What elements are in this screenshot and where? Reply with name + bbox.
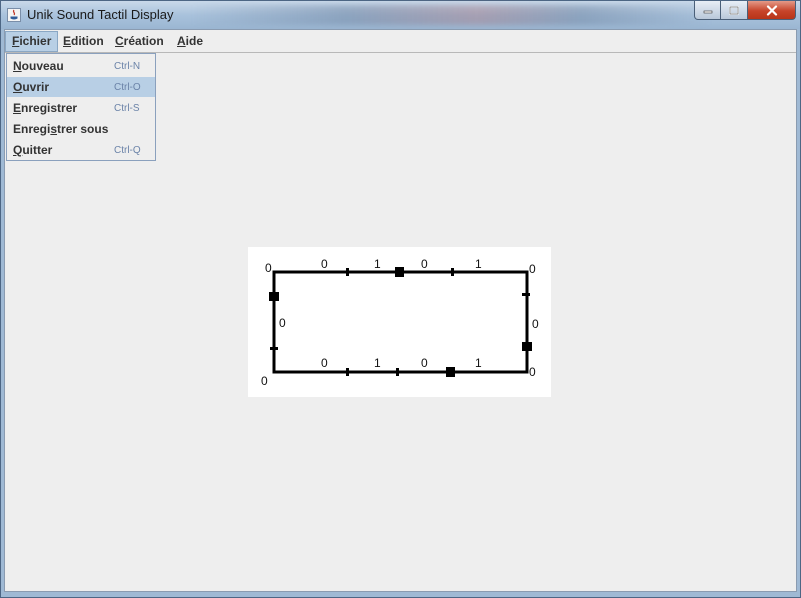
corner-label-bottom-right: 0: [529, 365, 536, 379]
right-tick: [522, 293, 530, 296]
menu-item-label: Nouveau: [13, 59, 64, 73]
menu-item-label: Enregistrer sous: [13, 122, 109, 136]
java-app-icon: [7, 8, 21, 22]
menu-aide[interactable]: Aide: [171, 31, 209, 52]
minimize-icon: [703, 10, 712, 14]
bottom-bit-label: 1: [374, 356, 381, 370]
bottom-bit-label: 0: [321, 356, 328, 370]
menu-fichier-label: ichier: [19, 34, 52, 48]
close-button[interactable]: [748, 1, 796, 20]
menu-aide-label: ide: [185, 34, 204, 48]
title-bar[interactable]: Unik Sound Tactil Display: [1, 1, 800, 29]
bottom-bit-label: 1: [475, 356, 482, 370]
menu-item-ouvrir[interactable]: Ouvrir Ctrl-O: [7, 77, 155, 97]
shortcut-label: Ctrl-O: [114, 82, 141, 93]
menu-edition-mnemonic: E: [63, 34, 72, 48]
menu-edition[interactable]: Edition: [57, 31, 110, 52]
menu-item-enregistrer-sous[interactable]: Enregistrer sous: [7, 119, 155, 139]
menu-item-label: Ouvrir: [13, 80, 50, 94]
bottom-bit-label: 0: [421, 356, 428, 370]
maximize-button[interactable]: [721, 1, 748, 20]
menu-aide-mnemonic: A: [177, 34, 186, 48]
maximize-icon: [729, 5, 739, 15]
close-icon: [766, 4, 777, 16]
tactile-diagram: 0 0 0 0 0 1 0 1 0 1 0 1 0 0: [261, 257, 539, 388]
corner-label-top-right: 0: [529, 262, 536, 276]
menu-item-label: Enregistrer: [13, 101, 78, 115]
menu-item-label: Quitter: [13, 143, 53, 157]
shortcut-label: Ctrl-S: [114, 103, 140, 114]
top-bit-label: 1: [475, 257, 482, 271]
left-side-label: 0: [279, 316, 286, 330]
top-tick: [346, 268, 349, 276]
top-marker: [395, 267, 404, 277]
fichier-dropdown-menu: Nouveau Ctrl-N Ouvrir Ctrl-O Enregistrer…: [6, 53, 156, 161]
top-bit-label: 0: [421, 257, 428, 271]
menu-fichier[interactable]: Fichier: [5, 31, 59, 52]
bottom-tick: [346, 368, 349, 376]
menu-item-enregistrer[interactable]: Enregistrer Ctrl-S: [7, 98, 155, 118]
menu-item-nouveau[interactable]: Nouveau Ctrl-N: [7, 56, 155, 76]
app-window: Unik Sound Tactil Display Fichier Editio…: [0, 0, 801, 598]
right-side-label: 0: [532, 317, 539, 331]
left-marker: [269, 292, 279, 301]
bottom-tick: [396, 368, 399, 376]
bottom-marker: [446, 367, 455, 377]
titlebar-decoration: [191, 5, 711, 25]
menu-bar: Fichier Edition Création Aide: [5, 30, 796, 53]
minimize-button[interactable]: [694, 1, 721, 20]
client-area: Fichier Edition Création Aide Nouveau Ct…: [4, 29, 797, 592]
corner-label-bottom-left: 0: [261, 374, 268, 388]
top-bit-label: 1: [374, 257, 381, 271]
corner-label-top-left: 0: [265, 261, 272, 275]
menu-creation-label: réation: [123, 34, 164, 48]
window-title: Unik Sound Tactil Display: [27, 7, 174, 22]
menu-item-quitter[interactable]: Quitter Ctrl-Q: [7, 140, 155, 160]
right-marker: [522, 342, 532, 351]
shortcut-label: Ctrl-N: [114, 61, 141, 72]
top-tick: [451, 268, 454, 276]
diagram-outline: [272, 270, 529, 374]
menu-creation-mnemonic: C: [115, 34, 124, 48]
menu-edition-label: dition: [71, 34, 104, 48]
shortcut-label: Ctrl-Q: [114, 145, 141, 156]
tactile-display-canvas[interactable]: 0 0 0 0 0 1 0 1 0 1 0 1 0 0: [248, 247, 551, 397]
top-bit-label: 0: [321, 257, 328, 271]
menu-creation[interactable]: Création: [109, 31, 170, 52]
left-tick: [270, 347, 278, 350]
